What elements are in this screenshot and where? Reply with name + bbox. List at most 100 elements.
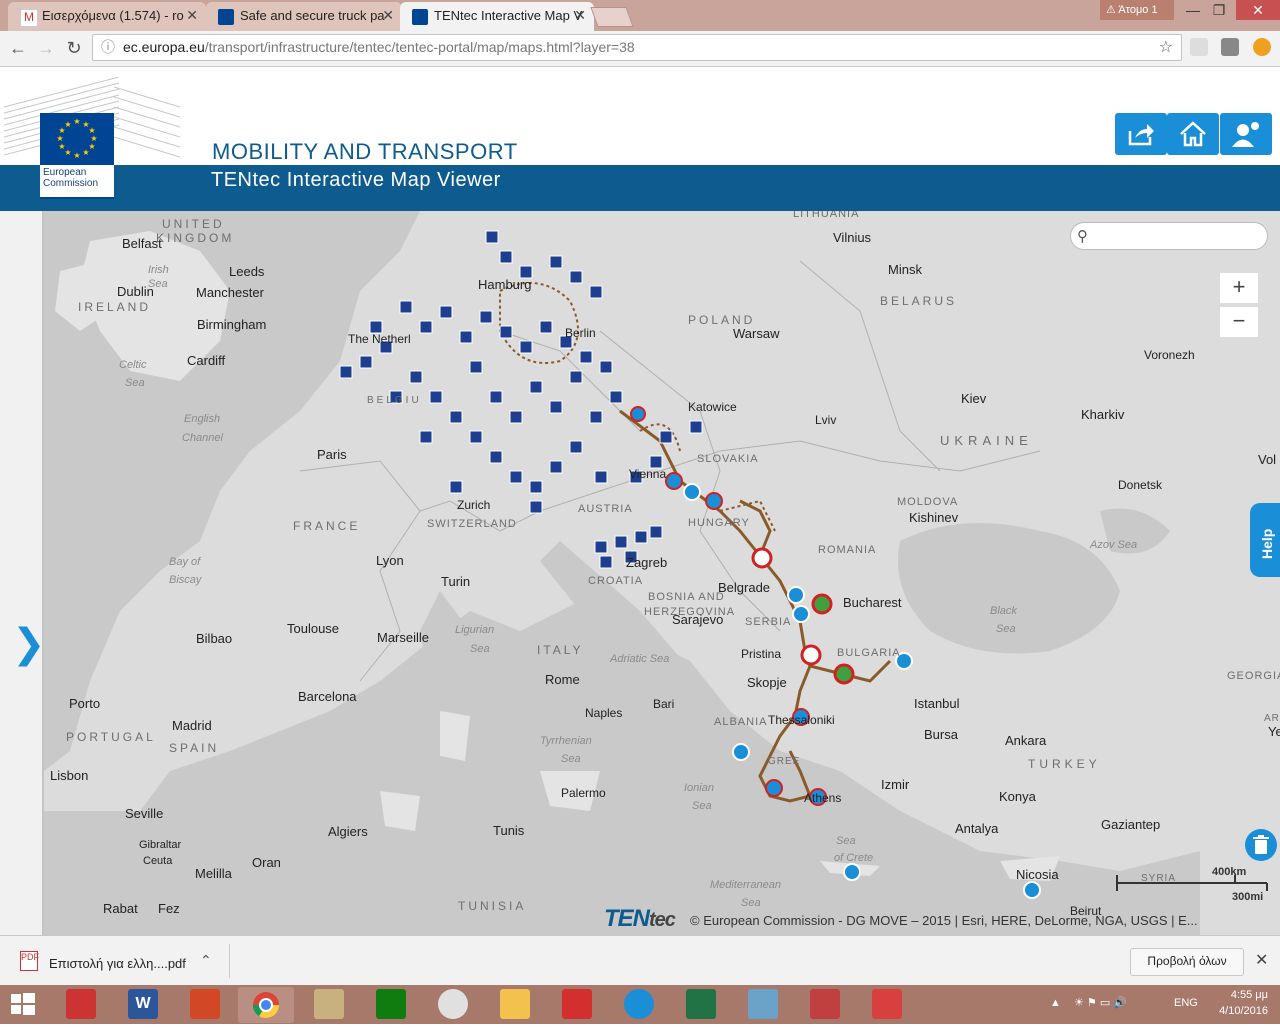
map-label: ALBANIA	[714, 716, 768, 728]
map-viewer[interactable]: ❯ Belfast UNITED KINGDOM Leeds Irish Sea…	[0, 211, 1280, 935]
word-icon[interactable]: W	[128, 989, 158, 1019]
map-label: Lisbon	[50, 768, 89, 783]
chrome-taskbar-button[interactable]	[238, 987, 294, 1023]
map-label: Konya	[999, 789, 1036, 804]
language-indicator[interactable]: ENG	[1174, 997, 1198, 1009]
tray-icons[interactable]: ☀ ⚑ ▭ 🔊	[1074, 996, 1127, 1009]
tab-title: Safe and secure truck pa	[240, 8, 385, 23]
zoom-in-button[interactable]: +	[1220, 273, 1258, 303]
map-label: Belgrade	[718, 580, 771, 595]
logo-ten: TEN	[604, 905, 650, 932]
map-label: Lyon	[376, 553, 404, 568]
map-label: TUNISIA	[458, 899, 527, 913]
internet-explorer-icon[interactable]	[624, 989, 654, 1019]
map-label: Cardiff	[187, 353, 226, 368]
map-label: Seville	[125, 806, 164, 821]
minimize-icon[interactable]: —	[1180, 0, 1206, 20]
clock-time[interactable]: 4:55 μμ	[1218, 989, 1268, 1001]
close-tab-icon[interactable]: ✕	[382, 7, 394, 24]
clear-map-trash-icon[interactable]	[1245, 829, 1277, 861]
map-label: AR	[1264, 713, 1280, 724]
share-icon	[1128, 124, 1154, 146]
logo-text-line1: European	[43, 167, 87, 178]
svg-text:★: ★	[73, 151, 80, 160]
map-label: BELGIU	[367, 395, 422, 406]
store-icon[interactable]	[376, 989, 406, 1019]
left-side-panel: ❯	[0, 211, 46, 935]
clock-date[interactable]: 4/10/2016	[1208, 1005, 1268, 1017]
map-label: KINGDOM	[156, 231, 235, 245]
windows-start-icon[interactable]	[8, 989, 38, 1019]
new-tab-button[interactable]	[590, 7, 634, 27]
apps-grid-icon[interactable]	[872, 989, 902, 1019]
map-label: SPAIN	[169, 741, 220, 755]
profile-name: Άτομο 1	[1118, 4, 1158, 16]
close-tab-icon[interactable]: ✕	[186, 7, 198, 24]
tab-gmail[interactable]: M Εισερχόμενα (1.574) - ro ✕	[8, 2, 206, 31]
map-label: Antalya	[955, 821, 999, 836]
map-label: Sarajevo	[672, 612, 724, 627]
home-button[interactable]	[1167, 113, 1219, 155]
map-label: Gibraltar	[139, 839, 182, 851]
address-bar[interactable]: ⓘ ec.europa.eu/transport/infrastructure/…	[92, 34, 1182, 61]
map-label: Zurich	[457, 498, 491, 512]
expand-panel-chevron-icon[interactable]: ❯	[12, 621, 46, 667]
reload-icon[interactable]: ↻	[62, 36, 86, 60]
tab-tentec[interactable]: TENtec Interactive Map V ✕	[400, 2, 594, 31]
svg-text:★: ★	[73, 117, 80, 126]
publisher-icon[interactable]	[748, 989, 778, 1019]
acrobat-icon[interactable]	[562, 989, 592, 1019]
page-info-icon[interactable]: ⓘ	[101, 35, 115, 60]
tab-safe-truck[interactable]: Safe and secure truck pa ✕	[206, 2, 402, 31]
extension-dropbox-icon[interactable]	[1190, 38, 1208, 56]
app-icon[interactable]	[810, 989, 840, 1019]
tentec-logo: TENtec	[604, 905, 676, 933]
map-label: Oran	[252, 855, 281, 870]
map-search-input[interactable]	[1097, 226, 1261, 248]
chevron-up-icon[interactable]: ⌃	[200, 952, 212, 969]
map-label: Ye	[1268, 724, 1280, 739]
map-label: Melilla	[195, 866, 232, 881]
share-button[interactable]	[1115, 113, 1167, 155]
map-label: GREE	[768, 756, 801, 767]
map-label: Turin	[441, 574, 471, 589]
show-all-downloads-button[interactable]: Προβολή όλων	[1130, 948, 1244, 976]
zoom-out-button[interactable]: −	[1220, 307, 1258, 337]
map-label: Vilnius	[833, 230, 872, 245]
close-tab-icon[interactable]: ✕	[574, 7, 586, 24]
user-button[interactable]	[1220, 113, 1272, 155]
mail-icon[interactable]	[314, 989, 344, 1019]
map-label: IRELAND	[78, 300, 152, 314]
tray-up-arrow-icon[interactable]: ▲	[1050, 997, 1061, 1009]
powerpoint-icon[interactable]	[190, 989, 220, 1019]
map-label: Barcelona	[298, 689, 357, 704]
paint-icon[interactable]	[438, 989, 468, 1019]
forward-icon[interactable]: →	[34, 36, 58, 60]
extension-orange-icon[interactable]	[1253, 38, 1271, 56]
download-file-name[interactable]: Επιστολή για ελλη....pdf	[49, 956, 186, 971]
excel-icon[interactable]	[686, 989, 716, 1019]
bookmark-star-icon[interactable]: ☆	[1159, 35, 1173, 60]
gmail-icon: M	[20, 9, 38, 27]
help-tab[interactable]: Help	[1250, 503, 1280, 577]
pdf-editor-icon[interactable]	[66, 989, 96, 1019]
extension-icon[interactable]	[1221, 38, 1239, 56]
map-label: Sea	[741, 897, 761, 909]
back-icon[interactable]: ←	[6, 36, 30, 60]
map-search-box[interactable]: ⚲	[1070, 222, 1268, 250]
close-download-bar-icon[interactable]: ✕	[1255, 950, 1268, 970]
basemap[interactable]	[0, 211, 1280, 935]
file-explorer-icon[interactable]	[500, 989, 530, 1019]
window-close-icon[interactable]: ✕	[1236, 0, 1280, 20]
map-label: Kharkiv	[1081, 407, 1125, 422]
map-label: Fez	[158, 901, 180, 916]
maximize-icon[interactable]: ❐	[1206, 0, 1232, 20]
map-label: Ceuta	[143, 855, 173, 867]
profile-button[interactable]: ⚠ Άτομο 1	[1100, 0, 1174, 20]
map-label: Thessaloniki	[768, 713, 835, 727]
map-label: Palermo	[561, 786, 606, 800]
windows-taskbar: W ▲ ☀ ⚑ ▭ 🔊 ENG 4:55 μμ 4/10/2016	[0, 985, 1280, 1024]
eu-stars-icon: ★ ★★★ ★★★★ ★★★★	[56, 117, 97, 160]
map-label: Sea	[561, 753, 581, 765]
map-label: Lviv	[815, 413, 837, 427]
